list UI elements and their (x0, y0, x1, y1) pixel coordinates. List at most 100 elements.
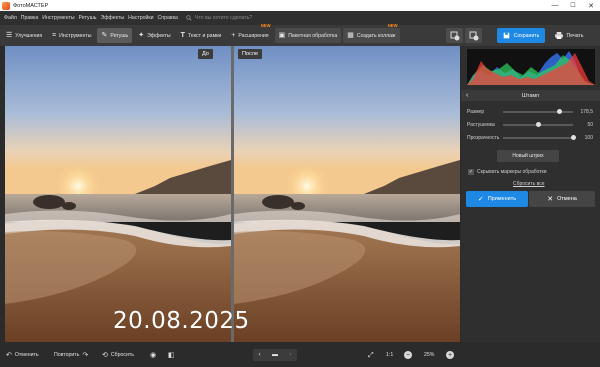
sparkle-icon: ✦ (138, 32, 145, 39)
size-slider[interactable] (503, 109, 573, 114)
photo-canvas[interactable]: До После 20.08.2025 (5, 46, 460, 342)
opacity-label: Прозрачность (467, 135, 500, 141)
undo-icon: ↶ (6, 351, 12, 359)
new-badge: NEW (260, 23, 271, 28)
zoom-in-button[interactable]: + (446, 351, 454, 359)
tab-text-frames[interactable]: T Текст и рамки (177, 28, 226, 43)
date-stamp-text: 20.08.2025 (113, 308, 250, 334)
menu-tools[interactable]: Инструменты (42, 15, 74, 21)
cancel-label: Отмена (557, 196, 577, 202)
tab-extensions[interactable]: + Расширения NEW (227, 23, 272, 43)
panel-header: ‹ Штамп (461, 90, 600, 101)
size-label: Размер (467, 109, 485, 115)
hide-markers-checkbox[interactable]: ✓ Скрывать маркеры обработки (468, 169, 547, 175)
feather-label: Растушевка (467, 122, 495, 128)
back-arrow-icon[interactable]: ‹ (466, 92, 468, 99)
tab-label: Улучшения (15, 32, 43, 39)
menu-help[interactable]: Справка (158, 15, 178, 21)
before-photo[interactable]: До (5, 46, 231, 342)
apply-button[interactable]: ✓ Применить (466, 191, 528, 207)
opacity-slider-row: Прозрачность 100 (467, 133, 595, 143)
zoom-level: 25% (424, 352, 435, 358)
create-collage-button[interactable]: ▦ Создать коллаж NEW (343, 23, 400, 43)
eye-icon: ◉ (150, 351, 157, 359)
preview-toggle[interactable]: ◉ (150, 350, 159, 360)
menu-bar: Файл Правка Инструменты Ретушь Эффекты Н… (0, 11, 600, 25)
opacity-slider-knob[interactable] (570, 135, 576, 140)
folder-icon[interactable]: ▬ (272, 352, 278, 358)
menu-edit[interactable]: Правка (21, 15, 39, 21)
print-button[interactable]: Печать (549, 28, 589, 43)
undo-button[interactable]: ↶ Отменить (6, 350, 39, 360)
check-icon: ✓ (477, 196, 484, 203)
minimize-button[interactable]: — (546, 0, 564, 11)
after-photo[interactable]: После (234, 46, 460, 342)
undo-label: Отменить (14, 352, 39, 358)
plus-icon: + (447, 351, 453, 359)
compare-toggle[interactable]: ◧ (168, 350, 178, 360)
text-icon: T (180, 32, 185, 39)
batch-processing-button[interactable]: ▣ Пакетная обработка (274, 28, 342, 43)
actual-size-button[interactable]: 1:1 (386, 350, 393, 360)
feather-value: 50 (587, 122, 593, 128)
app-logo-icon (2, 1, 10, 10)
history-icon (450, 31, 459, 40)
menu-effects[interactable]: Эффекты (101, 15, 125, 21)
window-title: ФотоМАСТЕР (13, 2, 49, 9)
save-button[interactable]: Сохранить (497, 28, 545, 43)
size-slider-row: Размер 178,5 (467, 107, 595, 117)
menu-retouch[interactable]: Ретушь (79, 15, 97, 21)
checkbox-check-icon[interactable]: ✓ (468, 169, 474, 175)
redo-label: Повторить (54, 352, 80, 358)
opacity-slider[interactable] (503, 135, 576, 140)
history-icon (469, 31, 478, 40)
save-label: Сохранить (513, 32, 540, 39)
maximize-button[interactable]: ☐ (564, 0, 582, 11)
sliders-icon: ☰ (6, 32, 13, 39)
bottom-bar: ↶ Отменить Повторить ↷ ⟲ Сбросить ◉ ◧ ‹ ▬ ›… (0, 343, 600, 367)
reset-button[interactable]: ⟲ Сбросить (102, 350, 134, 360)
compare-icon: ◧ (168, 351, 175, 359)
fit-screen-button[interactable]: ⤢ (368, 350, 377, 360)
feather-slider-knob[interactable] (535, 122, 541, 127)
print-label: Печать (566, 32, 584, 39)
before-label: До (198, 49, 213, 59)
cancel-button[interactable]: ✕ Отмена (529, 191, 595, 207)
reset-all-link[interactable]: Сбросить все (513, 181, 545, 187)
new-stroke-button[interactable]: Новый штрих (497, 150, 559, 162)
tab-effects[interactable]: ✦ Эффекты (134, 28, 174, 43)
search-field[interactable]: Что вы хотите сделать? (186, 15, 252, 21)
search-placeholder: Что вы хотите сделать? (194, 15, 253, 21)
tab-enhancements[interactable]: ☰ Улучшения (2, 28, 46, 43)
opacity-value: 100 (584, 135, 593, 141)
tab-label: Пакетная обработка (288, 32, 338, 39)
next-arrow-icon[interactable]: › (289, 352, 291, 358)
compare-redo-button[interactable] (465, 28, 482, 43)
tab-label: Ретушь (110, 32, 129, 39)
printer-icon (554, 32, 563, 39)
redo-button[interactable]: Повторить ↷ (54, 350, 88, 360)
tab-retouch[interactable]: ✎ Ретушь (97, 28, 133, 43)
tab-tools[interactable]: ⌗ Инструменты (48, 28, 95, 43)
tab-label: Инструменты (59, 32, 92, 39)
beach-photo-after (234, 46, 460, 342)
zoom-out-button[interactable]: − (404, 351, 412, 359)
feather-slider[interactable] (503, 122, 573, 127)
minus-icon: − (405, 351, 411, 359)
tab-label: Создать коллаж (356, 32, 396, 39)
compare-undo-button[interactable] (446, 28, 463, 43)
fit-screen-icon: ⤢ (368, 351, 374, 359)
prev-arrow-icon[interactable]: ‹ (259, 352, 261, 358)
brush-icon: ✎ (101, 32, 108, 39)
close-icon: ✕ (547, 196, 554, 203)
size-slider-knob[interactable] (556, 109, 562, 114)
reset-icon: ⟲ (102, 351, 108, 359)
menu-settings[interactable]: Настройки (128, 15, 153, 21)
close-button[interactable]: ✕ (582, 0, 600, 11)
save-icon (503, 32, 509, 39)
tab-label: Расширения (238, 32, 269, 39)
reset-label: Сбросить (110, 352, 134, 358)
tool-panel: ‹ Штамп Размер 178,5 Растушевка 50 Прозр… (461, 46, 600, 342)
menu-file[interactable]: Файл (4, 15, 17, 21)
collage-icon: ▦ (347, 32, 354, 39)
